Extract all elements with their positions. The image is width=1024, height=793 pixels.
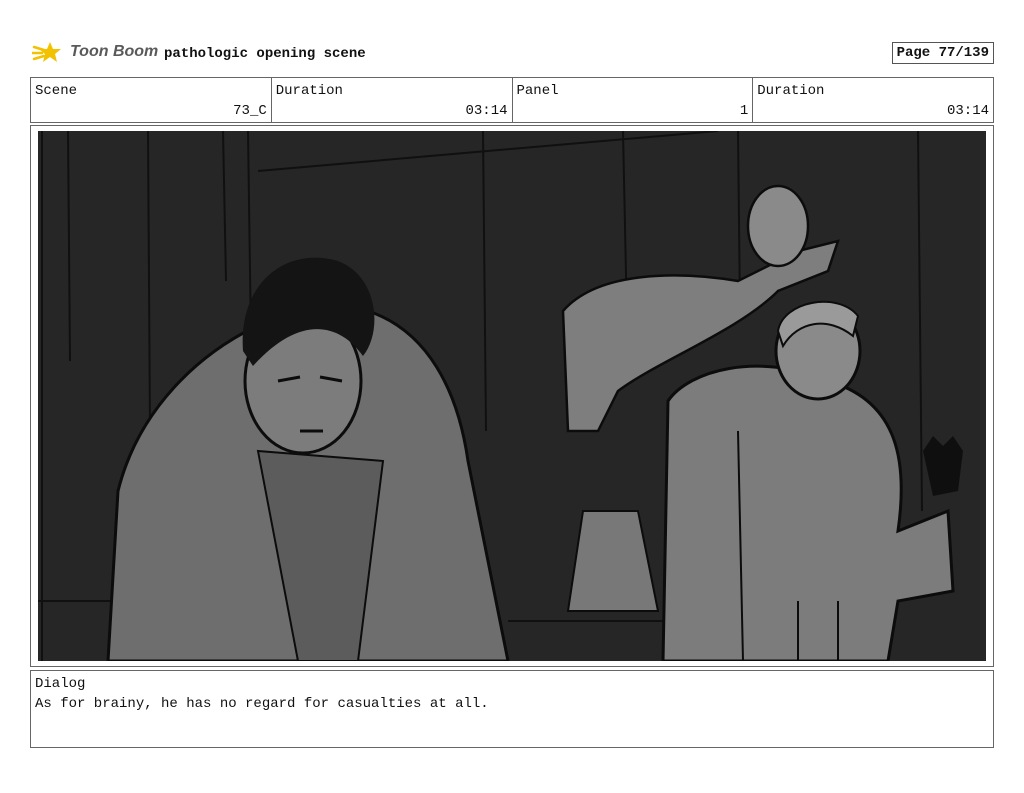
logo-text: Toon Boom <box>70 43 159 60</box>
panel-duration-label: Duration <box>757 83 825 99</box>
dialog-box: Dialog As for brainy, he has no regard f… <box>30 670 994 748</box>
panel-frame <box>30 125 994 667</box>
scene-info-row: Scene 73_C Duration 03:14 Panel 1 Durati… <box>30 77 994 123</box>
page-value: 77/139 <box>938 45 989 61</box>
panel-duration-cell: Duration 03:14 <box>753 78 993 122</box>
figure-man-in-uniform <box>661 300 963 661</box>
page-label: Page <box>896 45 931 61</box>
scene-duration-label: Duration <box>275 83 343 99</box>
panel-duration-value: 03:14 <box>946 103 989 119</box>
toon-boom-star-icon <box>30 42 61 62</box>
scene-cell: Scene 73_C <box>31 78 272 122</box>
toon-boom-logo: Toon Boom <box>30 38 159 68</box>
page-indicator: Page 77/139 <box>891 42 994 64</box>
panel-sketch <box>38 131 963 661</box>
storyboard-panel-image <box>38 131 986 661</box>
document-title: pathologic opening scene <box>164 46 366 62</box>
panel-value: 1 <box>739 103 749 119</box>
figure-man-in-coat <box>106 257 510 661</box>
dialog-label: Dialog <box>35 676 86 692</box>
scene-label: Scene <box>35 83 78 99</box>
scene-duration-value: 03:14 <box>465 103 508 119</box>
panel-cell: Panel 1 <box>513 78 754 122</box>
panel-label: Panel <box>516 83 559 99</box>
dialog-text: As for brainy, he has no regard for casu… <box>35 696 489 712</box>
scene-duration-cell: Duration 03:14 <box>272 78 513 122</box>
scene-value: 73_C <box>233 103 267 119</box>
storyboard-header: Toon Boom pathologic opening scene Page … <box>30 36 994 70</box>
